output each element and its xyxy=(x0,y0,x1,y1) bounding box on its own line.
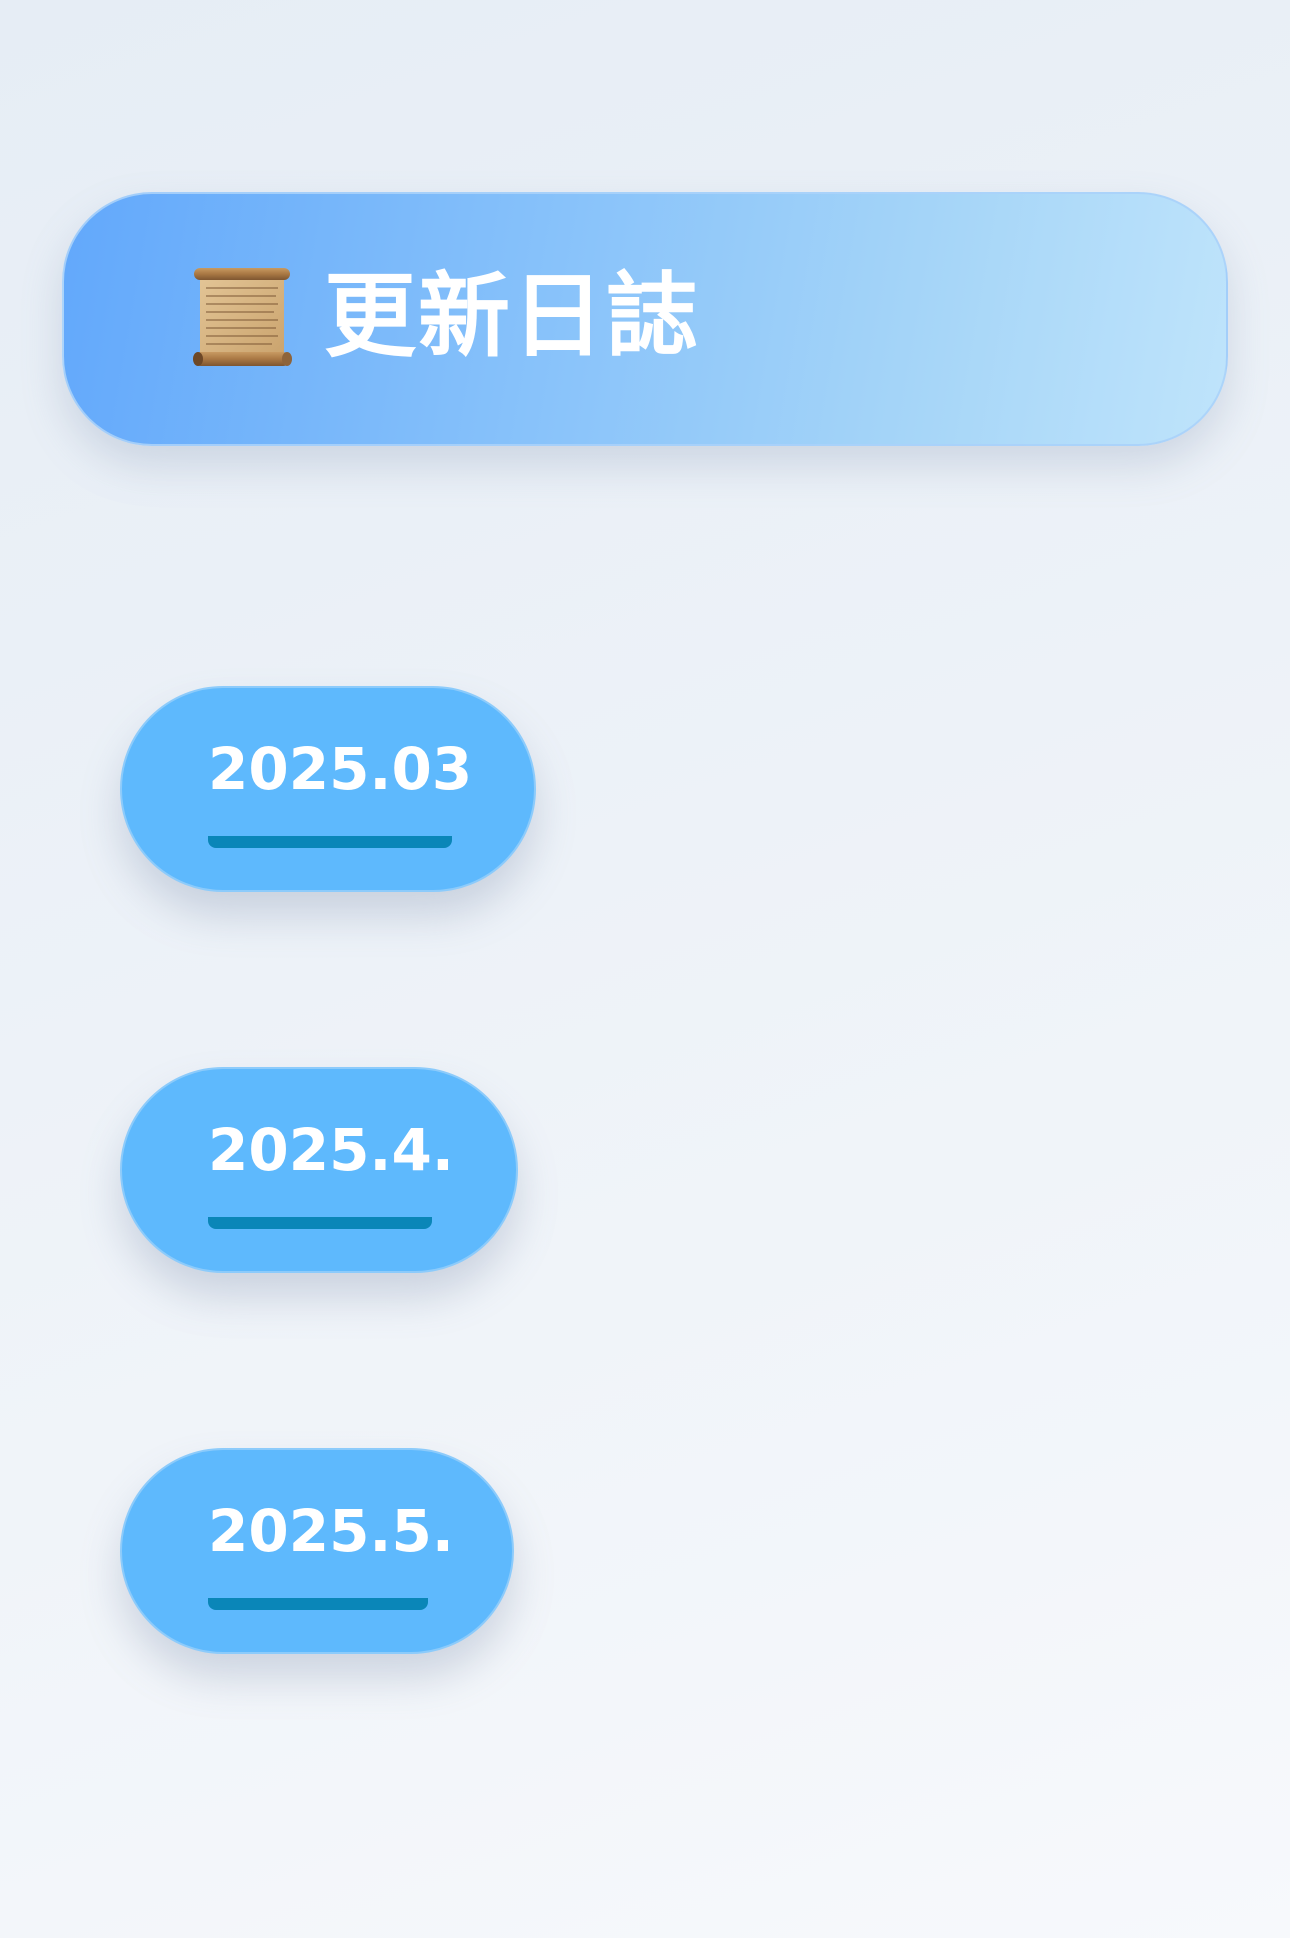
version-label: 2025.03 xyxy=(208,735,473,803)
version-underline xyxy=(208,1598,428,1610)
version-label: 2025.4. xyxy=(208,1116,454,1184)
version-button-2025-03[interactable]: 2025.03 xyxy=(120,686,536,892)
version-label: 2025.5. xyxy=(208,1497,454,1565)
version-underline xyxy=(208,836,452,848)
scroll-icon xyxy=(192,266,294,370)
version-button-2025-4[interactable]: 2025.4. xyxy=(120,1067,518,1273)
version-button-2025-5[interactable]: 2025.5. xyxy=(120,1448,514,1654)
changelog-header: 更新日誌 xyxy=(62,192,1228,446)
page-title: 更新日誌 xyxy=(324,263,701,370)
version-underline xyxy=(208,1217,432,1229)
